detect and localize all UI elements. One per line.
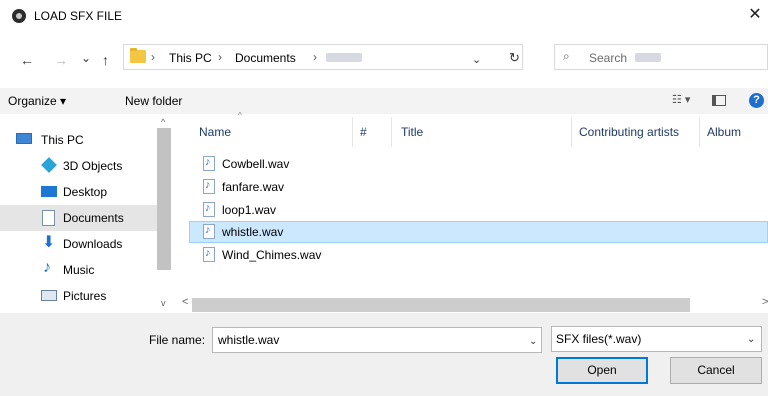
pictures-icon: [41, 290, 57, 301]
file-name: Wind_Chimes.wav: [222, 248, 322, 262]
audio-file-icon: [203, 156, 215, 171]
sidebar-item-desktop[interactable]: Desktop: [0, 179, 157, 205]
address-dropdown-icon[interactable]: ⌄: [472, 53, 481, 66]
sidebar-item-label: Pictures: [63, 289, 107, 303]
app-icon: [12, 9, 26, 23]
scroll-left-arrow-icon[interactable]: <: [182, 296, 188, 308]
column-divider[interactable]: [391, 117, 392, 147]
cube-icon: [41, 157, 57, 173]
open-button[interactable]: Open: [556, 357, 648, 384]
sidebar-item-label: Music: [63, 263, 95, 277]
forward-arrow-icon[interactable]: →: [54, 53, 68, 67]
navigation-pane: This PC 3D Objects Desktop Documents ⬇ D…: [0, 117, 176, 312]
close-button[interactable]: ✕: [742, 0, 768, 30]
chevron-down-icon[interactable]: ⌄: [529, 336, 537, 347]
folder-icon: [130, 48, 146, 63]
file-row[interactable]: Wind_Chimes.wav: [189, 244, 768, 266]
breadcrumb-separator-icon: ›: [151, 50, 155, 64]
title-bar: LOAD SFX FILE ✕: [0, 0, 768, 32]
audio-file-icon: [203, 179, 215, 194]
file-row[interactable]: loop1.wav: [189, 199, 768, 221]
sidebar-item-label: This PC: [41, 133, 84, 147]
sidebar-item-3d-objects[interactable]: 3D Objects: [0, 153, 157, 179]
file-name-input[interactable]: whistle.wav ⌄: [212, 327, 542, 353]
new-folder-button[interactable]: New folder: [125, 94, 182, 108]
file-name: loop1.wav: [222, 203, 277, 217]
blurred-search-scope: [635, 53, 661, 62]
audio-file-icon: [203, 247, 215, 262]
download-icon: ⬇: [42, 234, 56, 251]
search-placeholder: Search: [589, 51, 628, 65]
sidebar-item-music[interactable]: ♪ Music: [0, 257, 157, 283]
view-options-icon[interactable]: ☷ ▾: [672, 93, 690, 106]
column-header-album[interactable]: Album: [707, 125, 741, 139]
sidebar-item-this-pc[interactable]: This PC: [0, 127, 157, 153]
help-icon[interactable]: ?: [749, 93, 764, 108]
breadcrumb-separator-icon: ›: [218, 50, 222, 64]
column-divider[interactable]: [352, 117, 353, 147]
column-header-title[interactable]: Title: [401, 125, 423, 139]
column-header-number[interactable]: #: [360, 125, 367, 139]
sidebar-item-downloads[interactable]: ⬇ Downloads: [0, 231, 157, 257]
column-divider[interactable]: [699, 117, 700, 147]
up-arrow-icon[interactable]: ↑: [102, 53, 109, 67]
file-name: whistle.wav: [222, 225, 284, 239]
file-name-label: File name:: [149, 333, 206, 347]
cancel-button[interactable]: Cancel: [670, 357, 762, 384]
scroll-up-arrow-icon[interactable]: ^: [161, 117, 165, 127]
breadcrumb-separator-icon: ›: [313, 50, 317, 64]
file-name: Cowbell.wav: [222, 157, 290, 171]
file-type-select[interactable]: SFX files(*.wav) ⌄: [551, 326, 762, 352]
navigation-scrollbar-thumb[interactable]: [157, 128, 171, 270]
breadcrumb-documents[interactable]: Documents: [235, 51, 296, 65]
sidebar-item-pictures[interactable]: Pictures: [0, 283, 157, 309]
sidebar-item-documents[interactable]: Documents: [0, 205, 157, 231]
back-arrow-icon[interactable]: ←: [20, 53, 34, 67]
sidebar-item-label: Documents: [63, 211, 124, 225]
organize-menu[interactable]: Organize ▾: [8, 94, 66, 108]
file-row-selected[interactable]: whistle.wav: [189, 221, 768, 243]
breadcrumb-this-pc[interactable]: This PC: [169, 51, 212, 65]
scroll-down-arrow-icon[interactable]: v: [161, 298, 166, 308]
file-row[interactable]: Cowbell.wav: [189, 153, 768, 175]
desktop-icon: [41, 186, 57, 197]
scroll-right-arrow-icon[interactable]: >: [762, 296, 768, 308]
audio-file-icon: [203, 202, 215, 217]
sidebar-item-label: Desktop: [63, 185, 108, 199]
address-bar[interactable]: › This PC › Documents ›: [123, 44, 523, 70]
refresh-icon[interactable]: ↻: [509, 50, 520, 66]
pc-icon: [16, 133, 32, 144]
column-header-contributing-artists[interactable]: Contributing artists: [579, 125, 679, 139]
search-icon: ⌕: [563, 49, 570, 63]
file-name-value: whistle.wav: [218, 333, 280, 347]
horizontal-scrollbar-thumb[interactable]: [192, 298, 690, 312]
music-icon: ♪: [43, 259, 51, 276]
chevron-down-icon[interactable]: ⌄: [747, 334, 755, 345]
file-name: fanfare.wav: [222, 180, 285, 194]
search-box[interactable]: ⌕ Search: [554, 44, 768, 70]
file-type-value: SFX files(*.wav): [556, 332, 642, 346]
sidebar-item-label: 3D Objects: [63, 159, 123, 173]
documents-icon: [42, 210, 55, 226]
sort-ascending-icon: ^: [238, 111, 242, 120]
sidebar-item-label: Downloads: [63, 237, 123, 251]
window-title: LOAD SFX FILE: [34, 9, 123, 23]
file-row[interactable]: fanfare.wav: [189, 176, 768, 198]
blurred-folder-name: [326, 53, 362, 62]
audio-file-icon: [203, 224, 215, 239]
column-header-name[interactable]: Name: [199, 125, 231, 139]
command-bar: Organize ▾ New folder: [0, 88, 768, 114]
recent-locations-chevron-icon[interactable]: ⌄: [81, 51, 91, 65]
column-divider[interactable]: [571, 117, 572, 147]
preview-pane-icon[interactable]: [712, 95, 726, 106]
